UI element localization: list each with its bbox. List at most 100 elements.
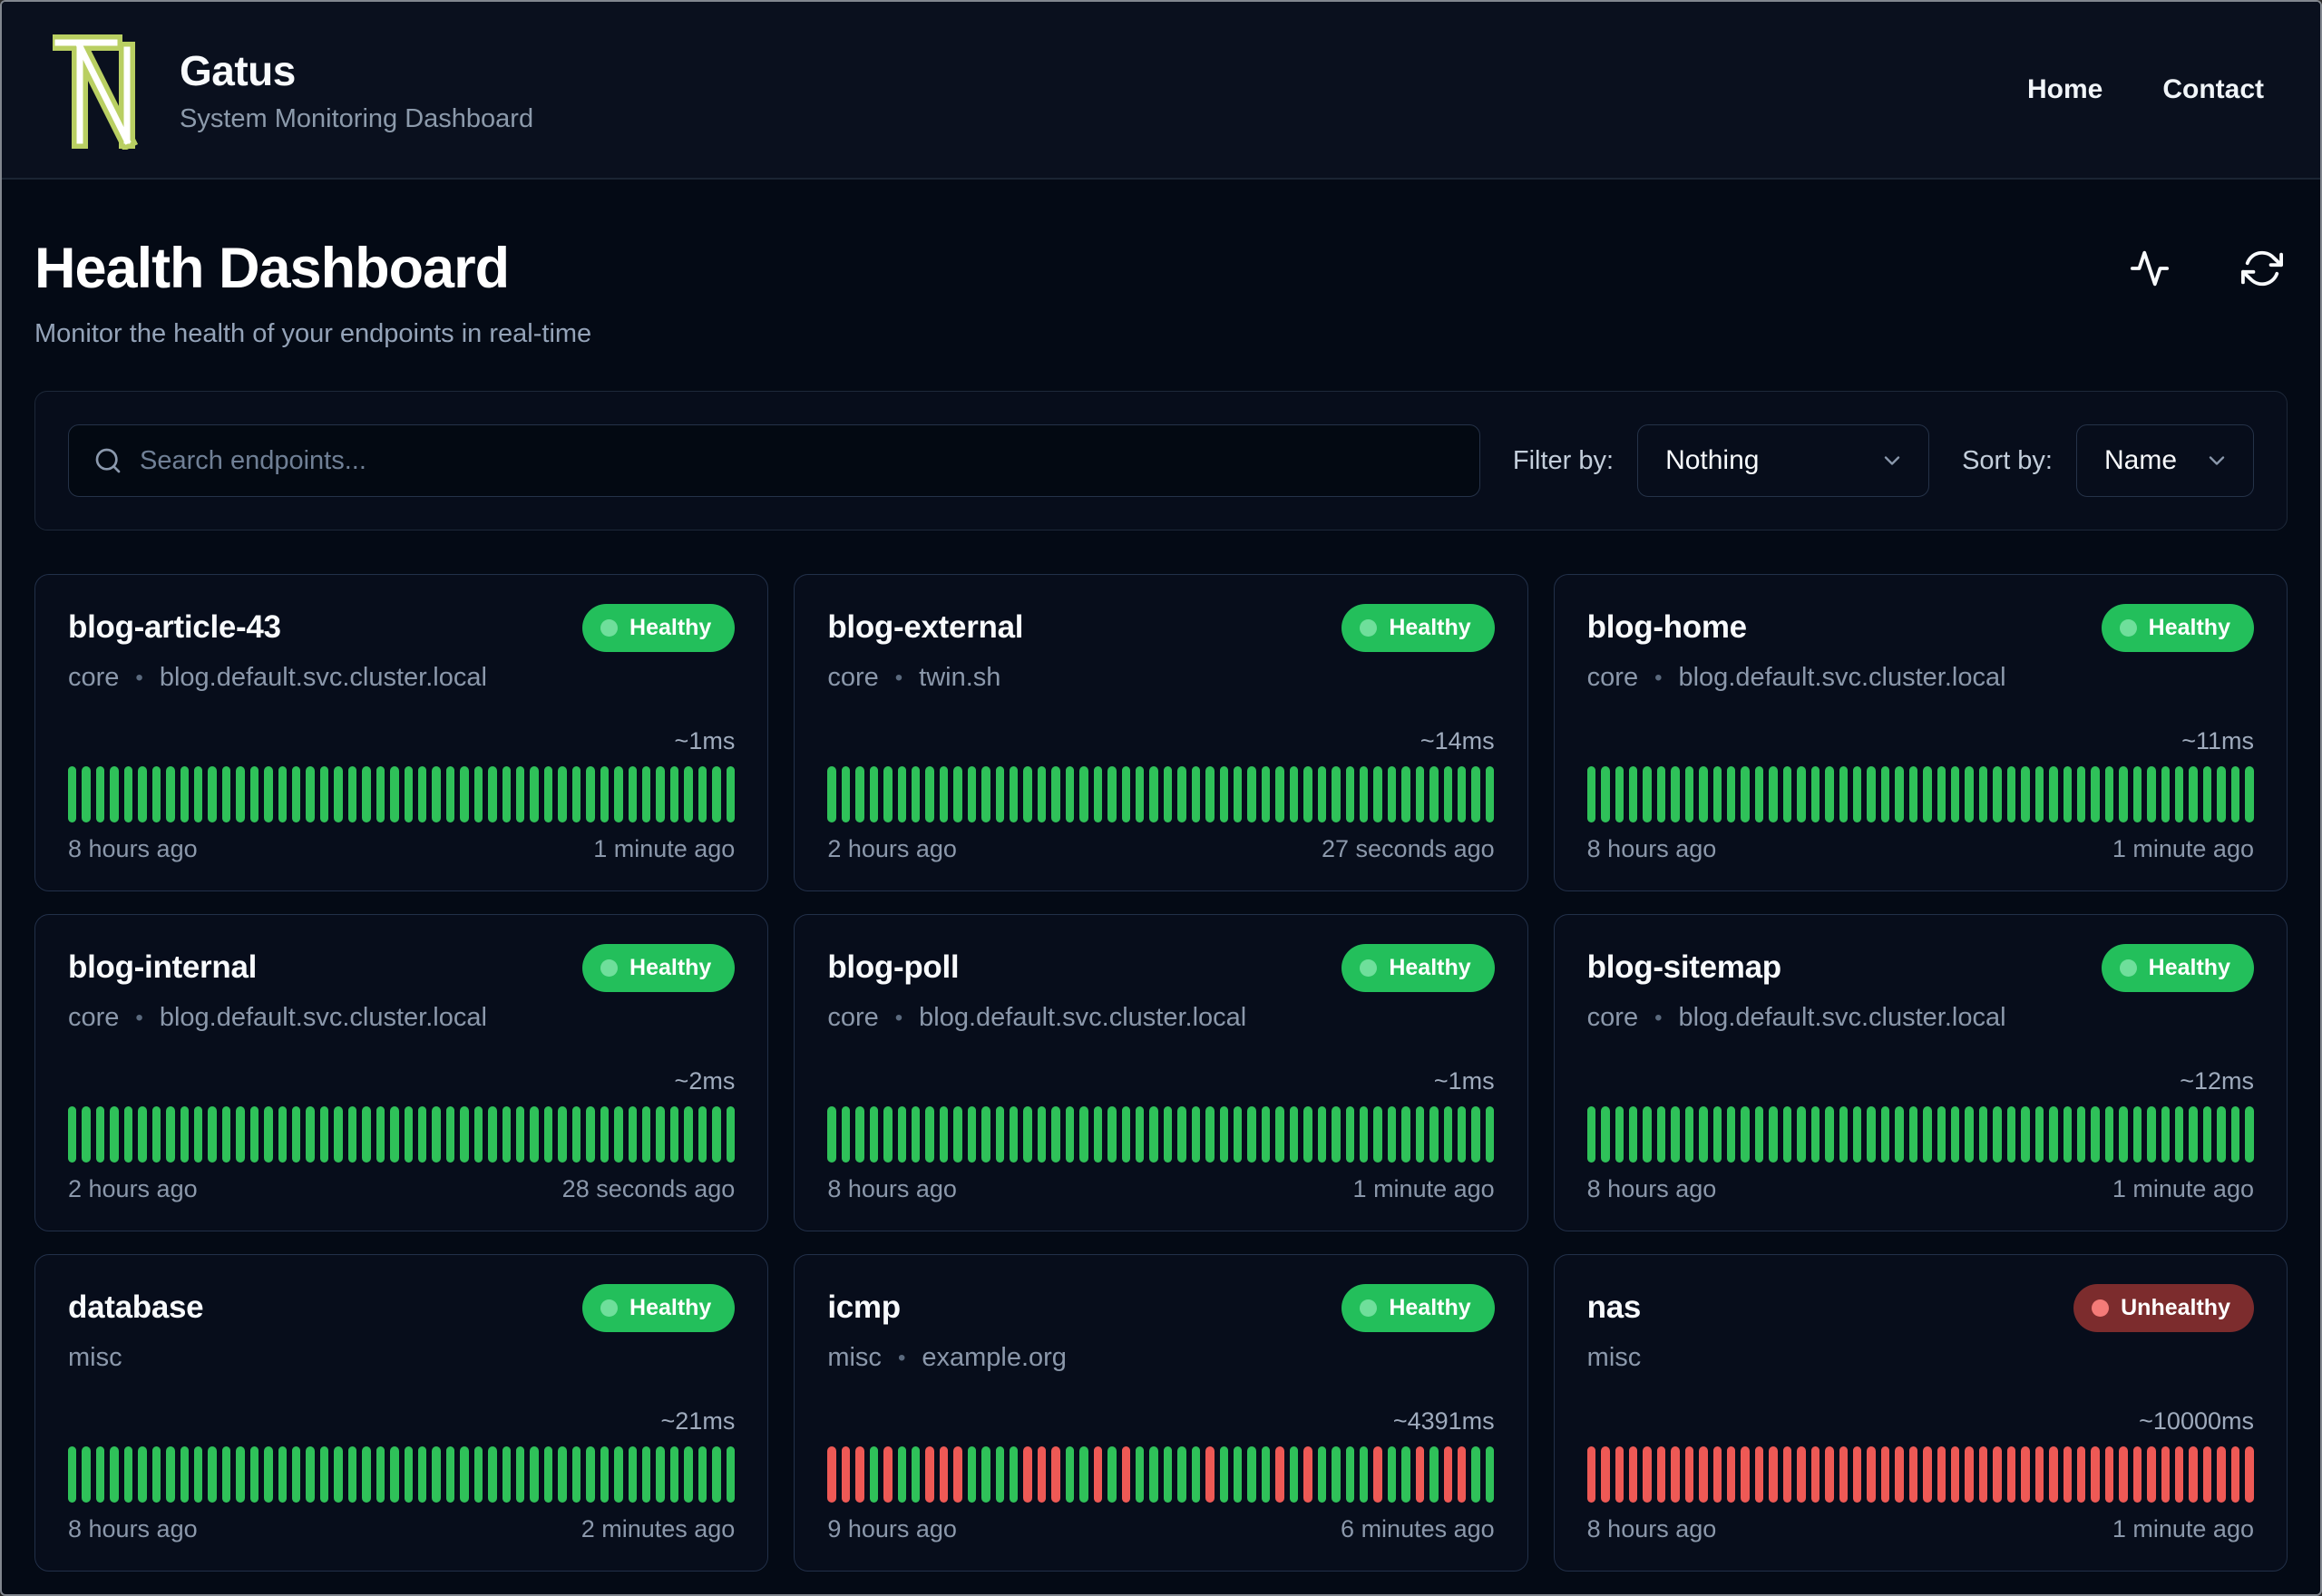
uptime-bar[interactable] [953, 1106, 962, 1163]
uptime-bar[interactable] [110, 1106, 119, 1163]
uptime-bar[interactable] [1671, 766, 1680, 822]
uptime-bar[interactable] [1051, 1446, 1060, 1503]
uptime-bar[interactable] [1135, 766, 1145, 822]
uptime-bar[interactable] [1275, 1106, 1284, 1163]
uptime-bar[interactable] [1937, 1106, 1946, 1163]
uptime-bar[interactable] [2132, 1446, 2142, 1503]
uptime-bar[interactable] [2175, 1446, 2184, 1503]
uptime-bar[interactable] [2217, 1446, 2226, 1503]
uptime-bar[interactable] [2147, 1446, 2156, 1503]
uptime-bar[interactable] [292, 1106, 301, 1163]
uptime-bar[interactable] [1163, 1446, 1173, 1503]
uptime-bar[interactable] [2175, 766, 2184, 822]
uptime-bar[interactable] [1359, 1106, 1369, 1163]
uptime-bar[interactable] [1051, 1106, 1060, 1163]
uptime-bar[interactable] [1401, 1106, 1410, 1163]
uptime-bar[interactable] [1107, 1106, 1117, 1163]
uptime-bar[interactable] [953, 1446, 962, 1503]
uptime-bar[interactable] [1401, 766, 1410, 822]
uptime-bar[interactable] [530, 766, 539, 822]
uptime-bar[interactable] [656, 766, 665, 822]
uptime-bar[interactable] [1289, 1106, 1299, 1163]
uptime-bar[interactable] [249, 766, 259, 822]
uptime-bar[interactable] [362, 1106, 371, 1163]
uptime-bar[interactable] [1163, 1106, 1173, 1163]
uptime-bar[interactable] [1586, 1446, 1596, 1503]
filter-select[interactable]: Nothing [1637, 424, 1930, 497]
uptime-bars[interactable] [827, 1106, 1495, 1163]
uptime-bar[interactable] [1234, 1446, 1243, 1503]
uptime-bar[interactable] [404, 1106, 413, 1163]
uptime-bar[interactable] [123, 1446, 133, 1503]
uptime-bar[interactable] [1923, 766, 1932, 822]
uptime-bar[interactable] [2091, 766, 2100, 822]
uptime-bar[interactable] [2104, 1106, 2114, 1163]
uptime-bar[interactable] [1643, 766, 1652, 822]
uptime-bar[interactable] [1261, 766, 1271, 822]
uptime-bar[interactable] [166, 766, 175, 822]
uptime-bar[interactable] [138, 1446, 147, 1503]
uptime-bar[interactable] [334, 766, 343, 822]
uptime-bar[interactable] [2006, 1106, 2016, 1163]
uptime-bar[interactable] [138, 766, 147, 822]
uptime-bar[interactable] [1699, 1446, 1708, 1503]
uptime-bar[interactable] [2104, 1446, 2114, 1503]
uptime-bar[interactable] [1628, 1106, 1638, 1163]
uptime-bar[interactable] [558, 1106, 567, 1163]
uptime-bar[interactable] [1303, 766, 1312, 822]
uptime-bar[interactable] [2189, 766, 2198, 822]
uptime-bar[interactable] [698, 1446, 707, 1503]
uptime-bar[interactable] [995, 1446, 1005, 1503]
uptime-bar[interactable] [502, 1446, 511, 1503]
uptime-bar[interactable] [1247, 766, 1256, 822]
endpoint-card[interactable]: database Healthy misc • ~21ms 8 hours ag… [34, 1254, 769, 1572]
uptime-bar[interactable] [249, 1446, 259, 1503]
nav-link-home[interactable]: Home [2027, 74, 2102, 105]
uptime-bar[interactable] [981, 1106, 990, 1163]
uptime-bar[interactable] [1093, 1106, 1103, 1163]
uptime-bar[interactable] [571, 766, 581, 822]
uptime-bar[interactable] [1010, 766, 1019, 822]
uptime-bar[interactable] [641, 1106, 651, 1163]
uptime-bar[interactable] [1908, 766, 1918, 822]
uptime-bar[interactable] [166, 1446, 175, 1503]
uptime-bar[interactable] [138, 1106, 147, 1163]
uptime-bar[interactable] [586, 1446, 595, 1503]
uptime-bar[interactable] [1429, 766, 1439, 822]
uptime-bar[interactable] [1485, 766, 1495, 822]
uptime-bar[interactable] [1839, 1446, 1848, 1503]
uptime-bar[interactable] [1149, 766, 1158, 822]
uptime-bar[interactable] [1782, 766, 1792, 822]
uptime-bar[interactable] [1373, 766, 1382, 822]
uptime-bar[interactable] [1079, 1446, 1088, 1503]
uptime-bars[interactable] [1586, 766, 2254, 822]
uptime-bar[interactable] [684, 1106, 693, 1163]
uptime-bar[interactable] [445, 1446, 455, 1503]
uptime-bar[interactable] [236, 1446, 245, 1503]
uptime-bar[interactable] [2217, 1106, 2226, 1163]
uptime-bar[interactable] [432, 1446, 441, 1503]
uptime-bar[interactable] [1177, 1106, 1186, 1163]
uptime-bar[interactable] [2049, 766, 2058, 822]
uptime-bar[interactable] [2076, 766, 2086, 822]
uptime-bar[interactable] [1782, 1446, 1792, 1503]
uptime-bar[interactable] [726, 766, 735, 822]
uptime-bar[interactable] [1177, 1446, 1186, 1503]
uptime-bar[interactable] [1852, 766, 1862, 822]
uptime-bar[interactable] [669, 1446, 679, 1503]
uptime-bar[interactable] [1065, 1106, 1075, 1163]
uptime-bar[interactable] [2202, 1446, 2212, 1503]
nav-link-contact[interactable]: Contact [2162, 74, 2264, 105]
uptime-bar[interactable] [2076, 1446, 2086, 1503]
uptime-bar[interactable] [362, 1446, 371, 1503]
uptime-bar[interactable] [2104, 766, 2114, 822]
uptime-bar[interactable] [1037, 1106, 1047, 1163]
uptime-bar[interactable] [208, 1446, 217, 1503]
uptime-bar[interactable] [1247, 1446, 1256, 1503]
uptime-bar[interactable] [1010, 1106, 1019, 1163]
uptime-bar[interactable] [249, 1106, 259, 1163]
uptime-bar[interactable] [1867, 1446, 1876, 1503]
uptime-bar[interactable] [123, 766, 133, 822]
uptime-bar[interactable] [2217, 766, 2226, 822]
uptime-bar[interactable] [488, 766, 497, 822]
